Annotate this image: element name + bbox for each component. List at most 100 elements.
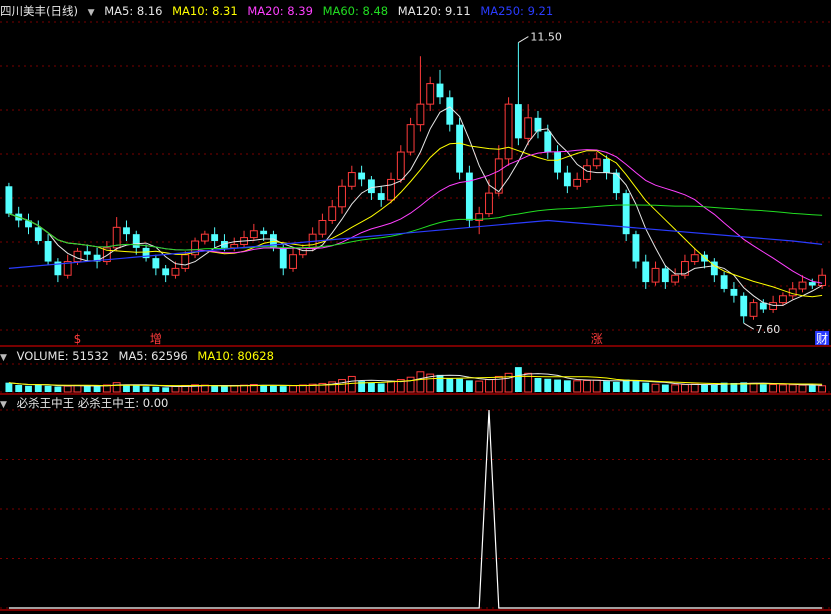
candle-up xyxy=(818,274,827,287)
ma60-line xyxy=(8,204,823,251)
event-marker: 财 xyxy=(816,332,828,346)
volume-bar-up xyxy=(171,385,180,393)
volume-bar-down xyxy=(25,385,32,392)
ma20-line xyxy=(8,149,823,284)
volume-bar-down xyxy=(93,386,101,392)
candle-up xyxy=(681,261,689,276)
candle-up xyxy=(347,172,356,187)
volume-bar-down xyxy=(260,385,268,392)
volume-bar-down xyxy=(221,386,228,392)
volume-bar-down xyxy=(279,386,287,392)
candle-up xyxy=(387,178,395,201)
candle-up xyxy=(690,254,699,263)
candle-down xyxy=(367,179,375,194)
candle-up xyxy=(171,267,180,276)
kline-chart[interactable]: 11.50 7.60 $ 增 涨 财 xyxy=(0,0,831,614)
volume-bar-down xyxy=(612,381,620,392)
candle-down xyxy=(34,227,42,242)
candle-down xyxy=(162,268,170,276)
candle-up xyxy=(230,243,239,249)
volume-bar-up xyxy=(778,384,787,393)
volume-bar-up xyxy=(651,383,660,393)
candle-up xyxy=(524,117,533,139)
volume-bar-down xyxy=(456,378,464,392)
candle-up xyxy=(573,178,582,187)
event-marker: $ xyxy=(74,332,82,346)
volume-bar-up xyxy=(681,384,689,393)
candle-down xyxy=(44,241,52,262)
candle-down xyxy=(514,104,522,139)
volume-bar-down xyxy=(446,378,454,392)
candle-down xyxy=(808,282,816,286)
candle-down xyxy=(740,295,748,317)
ma10-line xyxy=(8,142,823,298)
candle-up xyxy=(338,185,346,208)
candle-up xyxy=(485,192,493,215)
volume-bar-down xyxy=(642,382,650,392)
candle-down xyxy=(279,247,287,269)
candle-down xyxy=(456,124,464,173)
candle-up xyxy=(396,151,405,180)
volume-bar-down xyxy=(377,383,385,392)
candle-up xyxy=(749,302,758,317)
candle-down xyxy=(446,97,454,125)
volume-bar-up xyxy=(818,385,827,393)
candle-down xyxy=(544,131,552,153)
volume-bar-up xyxy=(798,384,807,393)
volume-bar-down xyxy=(710,384,718,392)
volume-bar-down xyxy=(465,380,473,392)
candle-down xyxy=(612,172,620,194)
candle-up xyxy=(416,103,425,126)
grid-lines xyxy=(0,21,831,611)
volume-bar-up xyxy=(289,385,297,393)
candle-down xyxy=(5,186,13,214)
volume-bar-up xyxy=(112,382,121,393)
candle-down xyxy=(211,234,219,242)
volume-bar-up xyxy=(592,379,601,393)
candle-down xyxy=(563,172,571,187)
volume-bar-up xyxy=(749,382,758,393)
volume-bar-up xyxy=(690,383,699,393)
candle-up xyxy=(249,230,258,239)
price-panel[interactable]: 11.50 7.60 $ 增 涨 财 xyxy=(5,31,830,346)
volume-bar-down xyxy=(132,385,140,392)
volume-bar-down xyxy=(661,384,669,392)
candle-down xyxy=(603,158,610,173)
volume-bar-down xyxy=(632,381,640,392)
candle-up xyxy=(200,233,209,242)
candle-down xyxy=(642,261,650,283)
volume-bar-down xyxy=(759,384,767,392)
volume-bar-down xyxy=(554,379,561,392)
volume-bar-down xyxy=(701,384,708,392)
candle-up xyxy=(289,254,297,269)
candle-up xyxy=(406,124,415,153)
volume-bar-down xyxy=(514,367,522,392)
candle-up xyxy=(769,302,778,310)
volume-bar-down xyxy=(152,386,160,392)
volume-bar-up xyxy=(347,375,356,393)
candle-down xyxy=(632,234,640,262)
candle-down xyxy=(661,268,669,283)
volume-bar-up xyxy=(788,384,797,393)
candle-up xyxy=(778,295,787,304)
candle-down xyxy=(377,193,385,200)
volume-bar-down xyxy=(603,381,610,392)
volume-bar-up xyxy=(406,376,415,393)
volume-bar-down xyxy=(534,378,542,392)
candle-down xyxy=(554,152,561,173)
volume-bar-up xyxy=(573,380,582,393)
candle-down xyxy=(622,193,630,235)
event-marker: 涨 xyxy=(591,331,603,346)
candle-down xyxy=(123,227,130,235)
volume-bar-down xyxy=(83,385,91,392)
volume-bar-down xyxy=(808,385,816,392)
candle-up xyxy=(798,281,807,290)
candle-up xyxy=(318,219,327,235)
volume-bar-up xyxy=(387,380,395,393)
volume-bar-down xyxy=(15,385,23,392)
volume-bar-down xyxy=(211,385,219,392)
candle-down xyxy=(465,172,473,221)
candle-down xyxy=(152,258,160,269)
volume-panel[interactable] xyxy=(5,367,827,393)
annotation-pointer xyxy=(743,322,754,330)
